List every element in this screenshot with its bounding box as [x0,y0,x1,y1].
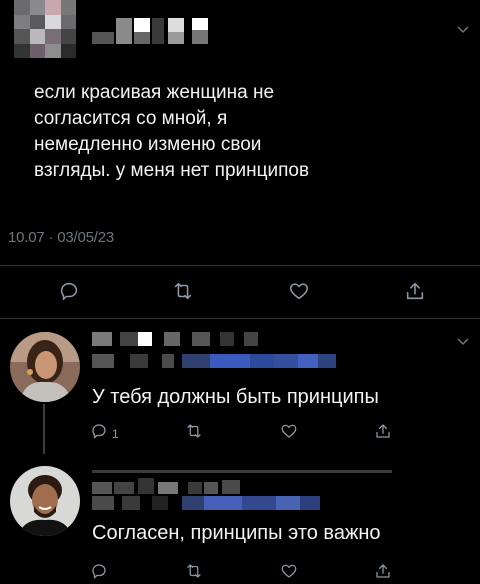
retweet-icon[interactable] [181,418,207,444]
author-name-censored [92,332,352,372]
avatar[interactable] [10,466,80,536]
heart-icon[interactable] [286,278,312,304]
reply-text: Согласен, принципы это важно [92,522,381,544]
tweet-text: если красивая женщина не согласится со м… [34,82,310,181]
reply-count: 1 [112,427,119,441]
chevron-down-icon[interactable] [456,22,470,36]
tweet-timestamp: 10.07 · 03/05/23 [8,229,115,246]
retweet-icon[interactable] [181,558,207,584]
share-icon[interactable] [370,558,396,584]
avatar[interactable] [10,332,80,402]
avatar[interactable] [14,0,76,58]
divider [0,265,480,266]
share-icon[interactable] [402,278,428,304]
heart-icon[interactable] [276,418,302,444]
divider [0,318,480,319]
thread-line [43,404,45,454]
author-name-censored [92,466,412,512]
retweet-icon[interactable] [170,278,196,304]
reply-icon[interactable] [86,558,112,584]
chevron-down-icon[interactable] [456,334,470,348]
reply-text: У тебя должны быть принципы [92,386,379,408]
reply-icon[interactable] [56,278,82,304]
author-name-censored [92,14,212,44]
reply-icon[interactable] [86,418,112,444]
heart-icon[interactable] [276,558,302,584]
share-icon[interactable] [370,418,396,444]
